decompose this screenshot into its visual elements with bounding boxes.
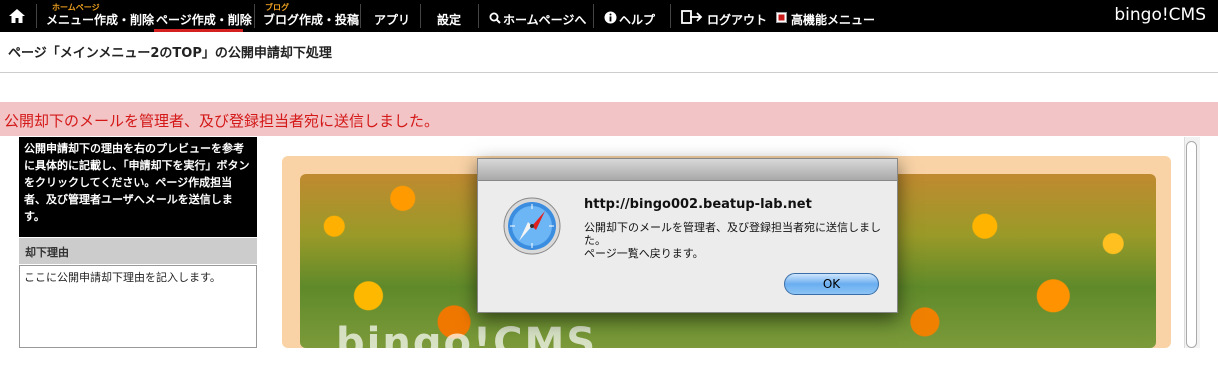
nav-logout[interactable]: ログアウト <box>681 0 767 32</box>
nav-page-label: ページ作成・削除 <box>156 13 252 27</box>
nav-go-to-homepage[interactable]: ホームページへ <box>489 0 587 32</box>
nav-menu-create-delete[interactable]: ホームページ メニュー作成・削除 <box>46 0 154 32</box>
scrollbar-thumb[interactable] <box>1186 141 1197 348</box>
nav-divider <box>593 4 594 28</box>
nav-divider <box>478 4 479 28</box>
reason-label: 却下理由 <box>19 238 257 264</box>
logout-icon <box>681 10 703 24</box>
dialog-message-line1: 公開却下のメールを管理者、及び登録担当者宛に送信しました。 <box>584 221 881 247</box>
nav-divider <box>254 4 255 28</box>
dialog-message: 公開却下のメールを管理者、及び登録担当者宛に送信しました。 ページ一覧へ戻ります… <box>584 221 884 260</box>
nav-help-label: ヘルプ <box>619 13 656 27</box>
ok-button[interactable]: OK <box>784 273 879 295</box>
nav-advanced-menu[interactable]: 高機能メニュー <box>776 0 876 32</box>
top-navigation-bar: ホームページ メニュー作成・削除 ページ作成・削除 ブログ ブログ作成・投稿 ア… <box>0 0 1218 32</box>
checkbox-icon[interactable] <box>776 12 787 23</box>
nav-divider <box>36 4 37 28</box>
nav-settings-label: 設定 <box>437 13 462 27</box>
reason-textarea[interactable]: ここに公開申請却下理由を記入します。 <box>19 265 257 348</box>
alert-dialog: http://bingo002.beatup-lab.net 公開却下のメールを… <box>477 158 898 313</box>
nav-blog-label: ブログ作成・投稿 <box>263 13 360 27</box>
alert-banner: 公開却下のメールを管理者、及び登録担当者宛に送信しました。 <box>0 102 1218 136</box>
nav-page-create-delete[interactable]: ページ作成・削除 <box>156 0 252 32</box>
preview-logo-text: bingo!CMS <box>336 320 598 366</box>
title-divider <box>0 72 1218 73</box>
home-icon[interactable] <box>8 8 26 24</box>
active-tab-indicator <box>154 29 243 32</box>
dialog-message-line2: ページ一覧へ戻ります。 <box>584 247 704 260</box>
brand-logo: bingo!CMS <box>1114 5 1206 25</box>
search-icon <box>489 12 501 24</box>
page-title: ページ「メインメニュー2のTOP」の公開申請却下処理 <box>8 46 332 61</box>
nav-apps[interactable]: アプリ <box>374 0 414 32</box>
nav-apps-label: アプリ <box>374 13 411 27</box>
nav-advanced-label: 高機能メニュー <box>791 13 876 27</box>
nav-logout-label: ログアウト <box>707 13 768 27</box>
nav-divider <box>670 4 671 28</box>
instructions-text: 公開申請却下の理由を右のプレビューを参考に具体的に記載し、「申請却下を実行」ボタ… <box>19 137 257 237</box>
nav-divider <box>360 4 361 28</box>
nav-menu-label: メニュー作成・削除 <box>46 13 155 27</box>
safari-compass-icon <box>503 197 561 255</box>
dialog-titlebar[interactable] <box>478 159 897 181</box>
nav-divider <box>420 4 421 28</box>
nav-help[interactable]: ヘルプ <box>604 0 664 32</box>
info-icon <box>604 11 617 24</box>
alert-message: 公開却下のメールを管理者、及び登録担当者宛に送信しました。 <box>4 112 440 130</box>
nav-settings[interactable]: 設定 <box>437 0 467 32</box>
nav-homepage-label: ホームページへ <box>503 13 587 27</box>
dialog-host: http://bingo002.beatup-lab.net <box>584 197 812 212</box>
nav-blog-create-post[interactable]: ブログ ブログ作成・投稿 <box>263 0 359 32</box>
